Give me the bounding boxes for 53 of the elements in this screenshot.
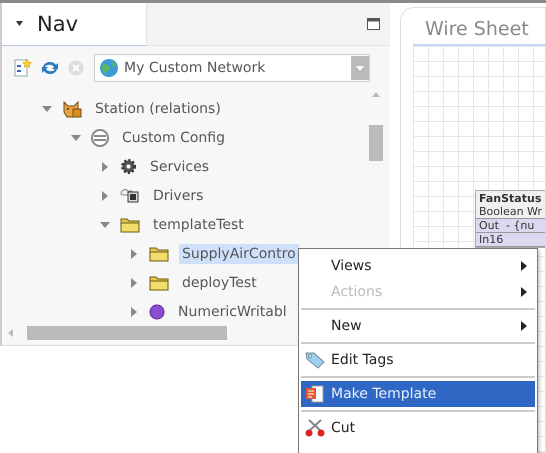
menu-item[interactable]: Edit Tags [301, 347, 535, 373]
tree-item[interactable]: Custom Config [119, 128, 228, 148]
panel-title: Nav [37, 12, 78, 36]
expand-arrow-icon[interactable] [129, 306, 139, 316]
network-dropdown[interactable]: My Custom Network [94, 54, 370, 82]
driver-icon [120, 188, 140, 204]
scrollbar-thumb[interactable] [27, 326, 227, 340]
refresh-icon[interactable] [40, 59, 60, 77]
tree-item[interactable]: templateTest [150, 214, 247, 234]
dropdown-arrow-icon[interactable] [16, 21, 23, 26]
block-slot: Out - {nu [476, 219, 545, 233]
scissors-icon [305, 419, 325, 437]
menu-item[interactable]: New [301, 313, 535, 339]
template-icon [305, 385, 325, 403]
expand-arrow-icon[interactable] [100, 190, 110, 200]
block-name: FanStatus [478, 191, 542, 205]
folder-icon [149, 274, 169, 290]
scroll-up-icon[interactable] [372, 92, 380, 97]
menu-item[interactable]: Cut [301, 415, 535, 441]
new-document-icon[interactable] [14, 58, 32, 78]
submenu-arrow-icon [521, 261, 527, 271]
combo-value: My Custom Network [124, 60, 266, 76]
caret-icon [356, 66, 364, 70]
tree-item[interactable]: Station (relations) [92, 98, 224, 118]
tree-item[interactable]: NumericWritabl [175, 302, 290, 322]
folder-icon [149, 246, 169, 262]
tree-item[interactable]: Services [147, 156, 212, 176]
collapse-arrow-icon[interactable] [71, 132, 81, 142]
expand-arrow-icon[interactable] [129, 248, 139, 258]
collapse-arrow-icon[interactable] [100, 220, 110, 230]
expand-arrow-icon[interactable] [100, 162, 110, 172]
tree-item[interactable]: Drivers [150, 186, 206, 206]
maximize-icon[interactable] [367, 18, 380, 30]
submenu-arrow-icon [521, 321, 527, 331]
circle-icon [149, 304, 165, 320]
tree-item[interactable]: SupplyAirContro [179, 244, 299, 264]
gear-icon [120, 158, 137, 175]
station-icon [62, 100, 82, 118]
dropdown-button[interactable] [351, 56, 369, 80]
folder-icon [120, 216, 140, 232]
globe-icon [99, 58, 119, 78]
collapse-arrow-icon[interactable] [42, 104, 52, 114]
tree-item[interactable]: deployTest [179, 272, 260, 292]
menu-item[interactable]: Make Template [301, 381, 535, 407]
expand-arrow-icon[interactable] [129, 278, 139, 288]
block-slot: In16 [476, 233, 545, 247]
submenu-arrow-icon [521, 287, 527, 297]
database-icon [91, 128, 109, 146]
menu-item[interactable]: Views [301, 253, 535, 279]
tag-icon [305, 351, 325, 369]
wire-sheet-block[interactable]: FanStatus Boolean Wr Out - {nu In16 [475, 190, 545, 248]
scrollbar-thumb[interactable] [369, 125, 383, 161]
scroll-left-icon[interactable] [8, 329, 13, 337]
